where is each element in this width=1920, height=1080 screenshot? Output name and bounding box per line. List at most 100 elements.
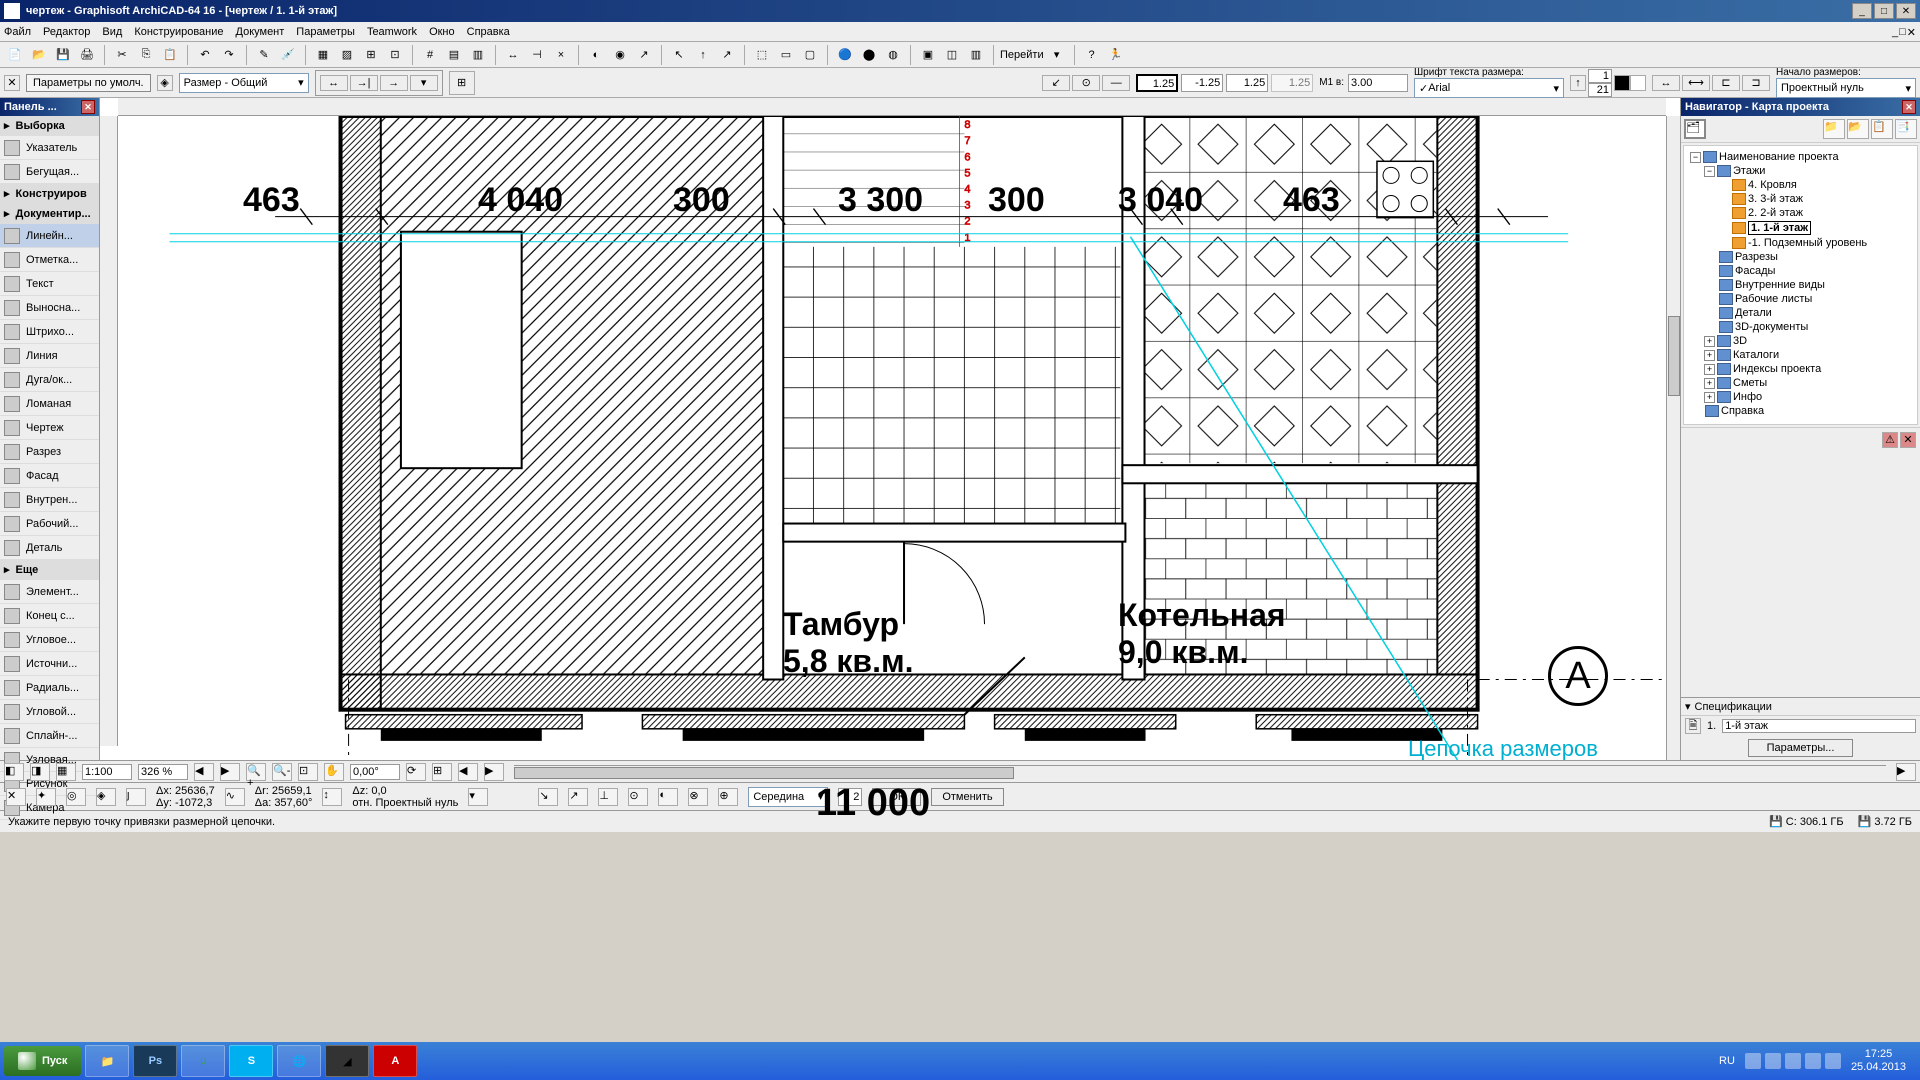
redo-button[interactable]: ↷ xyxy=(218,44,240,66)
scrollbar-vertical[interactable] xyxy=(1666,116,1680,760)
nav-floor-item[interactable]: 4. Кровля xyxy=(1688,178,1913,192)
tick4[interactable]: ⊐ xyxy=(1742,75,1770,91)
nav-qb1[interactable]: 📁 xyxy=(1823,119,1845,139)
snap2-button[interactable]: ⊣ xyxy=(526,44,548,66)
undo-button[interactable]: ↶ xyxy=(194,44,216,66)
tool-item-3[interactable]: ▸ Документир... xyxy=(0,204,99,224)
dim-val-c[interactable]: 1.25 xyxy=(1226,74,1268,92)
nav-group-item[interactable]: Справка xyxy=(1688,404,1913,418)
qo-c[interactable]: ◀ xyxy=(458,763,478,781)
tool-item-25[interactable]: Сплайн-... xyxy=(0,724,99,748)
tool-item-14[interactable]: Фасад xyxy=(0,464,99,488)
tool-item-21[interactable]: Угловое... xyxy=(0,628,99,652)
new-button[interactable]: 📄 xyxy=(4,44,26,66)
cb-i1[interactable]: ✦ xyxy=(36,788,56,806)
task-photoshop[interactable]: Ps xyxy=(133,1045,177,1077)
pick-button[interactable]: ✎ xyxy=(253,44,275,66)
print-button[interactable]: 🖨 xyxy=(76,44,98,66)
cb-i5[interactable]: ∿ xyxy=(225,788,245,806)
snap-i2[interactable]: ↗ xyxy=(568,788,588,806)
zoom-prev[interactable]: ◀ xyxy=(194,763,214,781)
tray-time[interactable]: 17:25 xyxy=(1851,1048,1906,1061)
misc2-button[interactable]: ⬤ xyxy=(858,44,880,66)
tool-item-5[interactable]: Отметка... xyxy=(0,248,99,272)
win1-button[interactable]: ▣ xyxy=(917,44,939,66)
tool-item-7[interactable]: Выносна... xyxy=(0,296,99,320)
spec-row-input[interactable] xyxy=(1722,719,1916,733)
color-white[interactable] xyxy=(1630,75,1646,91)
tool-item-13[interactable]: Разрез xyxy=(0,440,99,464)
tool-item-20[interactable]: Конец с... xyxy=(0,604,99,628)
tool-item-22[interactable]: Источни... xyxy=(0,652,99,676)
tray-icon-1[interactable] xyxy=(1745,1053,1761,1069)
nav-floor-item[interactable]: 3. 3-й этаж xyxy=(1688,192,1913,206)
tool-item-2[interactable]: ▸ Конструиров xyxy=(0,184,99,204)
doc-close-button[interactable]: ✕ xyxy=(1907,26,1916,39)
dim-mode-linear[interactable]: →| xyxy=(350,75,378,91)
nav-group-item[interactable]: +3D xyxy=(1688,334,1913,348)
zoom-next[interactable]: ▶ xyxy=(220,763,240,781)
tool-item-17[interactable]: Деталь xyxy=(0,536,99,560)
paste-button[interactable]: 📋 xyxy=(159,44,181,66)
navigator-tree[interactable]: −Наименование проекта −Этажи 4. Кровля3.… xyxy=(1683,145,1918,425)
nav3-button[interactable]: ↗ xyxy=(633,44,655,66)
nav-floor-item[interactable]: 1. 1-й этаж xyxy=(1688,220,1913,236)
tool-item-23[interactable]: Радиаль... xyxy=(0,676,99,700)
close-button[interactable]: ✕ xyxy=(1896,3,1916,19)
tool-item-4[interactable]: Линейн... xyxy=(0,224,99,248)
cb-i4[interactable]: ȷ xyxy=(126,788,146,806)
navigator-close-icon[interactable]: ✕ xyxy=(1902,100,1916,114)
tool-item-6[interactable]: Текст xyxy=(0,272,99,296)
scroll-right[interactable]: ▶ xyxy=(1896,763,1916,781)
dim-mode-single[interactable]: → xyxy=(380,75,408,91)
qo-icon1[interactable]: ◧ xyxy=(4,763,24,781)
view3-button[interactable]: ▢ xyxy=(799,44,821,66)
zoom-out[interactable]: 🔍- xyxy=(272,763,292,781)
tray-icon-4[interactable] xyxy=(1805,1053,1821,1069)
dim-settings-icon[interactable]: ⊞ xyxy=(449,71,475,95)
tool-item-16[interactable]: Рабочий... xyxy=(0,512,99,536)
tick3[interactable]: ⊏ xyxy=(1712,75,1740,91)
tool-item-12[interactable]: Чертеж xyxy=(0,416,99,440)
task-utorrent[interactable]: μ xyxy=(181,1045,225,1077)
maximize-button[interactable]: □ xyxy=(1874,3,1894,19)
grid3-button[interactable]: ▥ xyxy=(467,44,489,66)
num-a[interactable] xyxy=(1588,69,1612,83)
snap3-button[interactable]: × xyxy=(550,44,572,66)
scrollbar-horizontal[interactable] xyxy=(514,765,1886,779)
nav-group-item[interactable]: Фасады xyxy=(1688,264,1913,278)
scale-display[interactable] xyxy=(82,764,132,780)
cb-close[interactable]: ✕ xyxy=(6,788,26,806)
sel2-button[interactable]: ▨ xyxy=(336,44,358,66)
nav-group-item[interactable]: +Инфо xyxy=(1688,390,1913,404)
nav-qb4[interactable]: 📑 xyxy=(1895,119,1917,139)
misc1-button[interactable]: 🔵 xyxy=(834,44,856,66)
task-explorer[interactable]: 📁 xyxy=(85,1045,129,1077)
grid2-button[interactable]: ▤ xyxy=(443,44,465,66)
start-button[interactable]: Пуск xyxy=(4,1046,81,1076)
nav-qb3[interactable]: 📋 xyxy=(1871,119,1893,139)
dim-val-a[interactable]: 1.25 xyxy=(1136,74,1178,92)
nav2-button[interactable]: ◉ xyxy=(609,44,631,66)
snap-i1[interactable]: ↘ xyxy=(538,788,558,806)
grid1-button[interactable]: # xyxy=(419,44,441,66)
nav-group-item[interactable]: Разрезы xyxy=(1688,250,1913,264)
win3-button[interactable]: ▥ xyxy=(965,44,987,66)
nav-qb2[interactable]: 📂 xyxy=(1847,119,1869,139)
cb-i3[interactable]: ◈ xyxy=(96,788,116,806)
tick2[interactable]: ⟷ xyxy=(1682,75,1710,91)
menu-design[interactable]: Конструирование xyxy=(134,26,223,38)
task-acrobat[interactable]: A xyxy=(373,1045,417,1077)
doc-maximize-button[interactable]: □ xyxy=(1899,26,1906,39)
open-button[interactable]: 📂 xyxy=(28,44,50,66)
snap1-button[interactable]: ↔ xyxy=(502,44,524,66)
tray-icon-2[interactable] xyxy=(1765,1053,1781,1069)
menu-window[interactable]: Окно xyxy=(429,26,455,38)
nav1-button[interactable]: ◐ xyxy=(585,44,607,66)
layer-combo[interactable]: Размер - Общий▾ xyxy=(179,73,309,93)
save-button[interactable]: 💾 xyxy=(52,44,74,66)
minimize-button[interactable]: _ xyxy=(1852,3,1872,19)
sel3-button[interactable]: ⊞ xyxy=(360,44,382,66)
arr3-button[interactable]: ↗ xyxy=(716,44,738,66)
nav-group-item[interactable]: 3D-документы xyxy=(1688,320,1913,334)
